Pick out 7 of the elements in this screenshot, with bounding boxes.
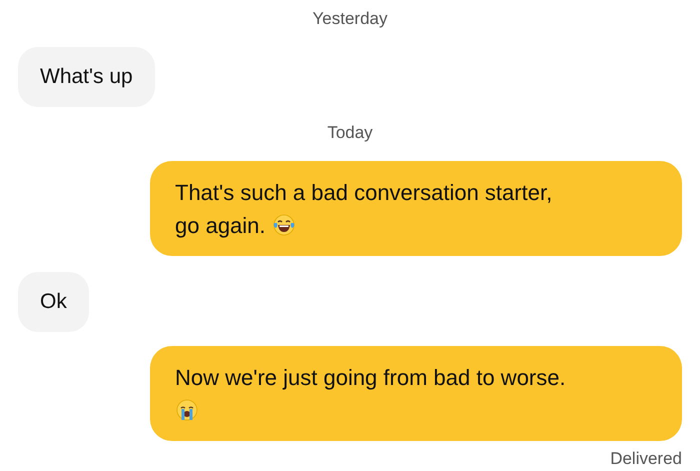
delivery-status: Delivered (610, 449, 682, 469)
outgoing-message: That's such a bad conversation starter, go again. (150, 161, 682, 256)
incoming-message: Ok (18, 272, 89, 332)
date-separator: Today (327, 123, 373, 143)
date-separator: Yesterday (312, 9, 388, 29)
outgoing-message: Now we're just going from bad to worse. (150, 346, 682, 441)
incoming-message: What's up (18, 47, 155, 107)
